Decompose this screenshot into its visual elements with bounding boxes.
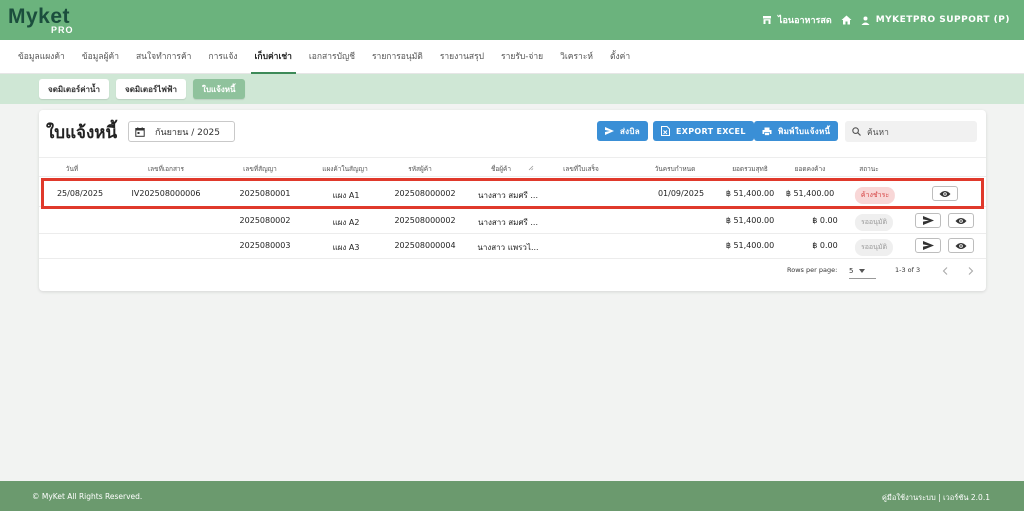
home-icon[interactable] — [841, 15, 852, 25]
print-icon — [762, 127, 772, 136]
page-range: 1-3 of 3 — [895, 266, 921, 274]
export-excel-label: EXPORT EXCEL — [676, 126, 746, 136]
nav-item-income-expense[interactable]: รายรับ-จ่าย — [501, 40, 543, 74]
nav-item-notify[interactable]: การแจ้ง — [208, 40, 237, 74]
nav-item-accounting-docs[interactable]: เอกสารบัญชี — [309, 40, 355, 74]
cell-total: ฿ 51,400.00 — [725, 216, 775, 225]
print-invoice-label: พิมพ์ใบแจ้งหนี้ — [778, 126, 831, 136]
table-row[interactable]: 2025080002 แผง A2 202508000002 นางสาว สม… — [39, 208, 986, 234]
status-badge: รออนุมัติ — [854, 239, 894, 256]
highlight-box — [41, 178, 984, 209]
logo-sub-text: PRO — [51, 25, 74, 35]
cell-balance: ฿ 0.00 — [812, 241, 838, 250]
copyright-text: © MyKet All Rights Reserved. — [32, 492, 143, 501]
table-header: วันที่ เลขที่เอกสาร เลขที่สัญญา แผงค้าใน… — [39, 157, 986, 177]
nav-item-interested[interactable]: สนใจทำการค้า — [136, 40, 191, 74]
table-row[interactable]: 2025080003 แผง A3 202508000004 นางสาว แพ… — [39, 233, 986, 259]
cell-stall: แผง A3 — [332, 243, 360, 252]
search-input[interactable]: ค้นหา — [845, 121, 977, 142]
nav-item-approvals[interactable]: รายการอนุมัติ — [372, 40, 423, 74]
month-value: กันยายน / 2025 — [155, 127, 221, 138]
cell-balance: ฿ 0.00 — [812, 216, 838, 225]
tab-invoices[interactable]: ใบแจ้งหนี้ — [193, 79, 245, 99]
send-row-button[interactable] — [915, 238, 941, 253]
view-button[interactable] — [948, 213, 974, 228]
cell-vendor-name: นางสาว แพรวไ... — [477, 243, 539, 252]
user-name: MYKETPRO SUPPORT (P) — [875, 15, 1010, 25]
excel-icon — [661, 126, 670, 136]
nav-item-stalls[interactable]: ข้อมูลแผงค้า — [18, 40, 65, 74]
tab-water-meter[interactable]: จดมิเตอร์ค่าน้ำ — [39, 79, 109, 99]
col-total[interactable]: ยอดรวมสุทธิ — [732, 164, 768, 174]
nav-item-reports[interactable]: รายงานสรุป — [440, 40, 484, 74]
col-doc-no[interactable]: เลขที่เอกสาร — [148, 164, 184, 174]
calendar-icon — [135, 126, 145, 137]
col-balance[interactable]: ยอดคงค้าง — [795, 164, 826, 174]
tab-electric-meter[interactable]: จดมิเตอร์ไฟฟ้า — [116, 79, 187, 99]
page-title: ใบแจ้งหนี้ — [46, 123, 118, 143]
col-due-date[interactable]: วันครบกำหนด — [655, 164, 696, 174]
nav-item-rent-collection[interactable]: เก็บค่าเช่า — [250, 40, 297, 74]
nav-item-analytics[interactable]: วิเคราะห์ — [560, 40, 593, 74]
send-icon — [605, 127, 614, 135]
search-placeholder: ค้นหา — [867, 127, 889, 138]
month-picker[interactable]: กันยายน / 2025 — [128, 121, 235, 142]
send-icon — [922, 216, 934, 225]
col-date[interactable]: วันที่ — [66, 164, 78, 174]
cell-total: ฿ 51,400.00 — [725, 241, 775, 250]
store-icon — [762, 16, 771, 24]
cell-vendor-code: 202508000002 — [394, 216, 456, 225]
manual-version-link[interactable]: คู่มือใช้งานระบบ | เวอร์ชัน 2.0.1 — [882, 492, 990, 504]
send-bill-label: ส่งบิล — [620, 126, 640, 136]
prev-page-icon[interactable] — [942, 267, 948, 275]
export-excel-button[interactable]: EXPORT EXCEL — [653, 121, 754, 141]
store-name: ไอนอาหารสด — [777, 16, 832, 26]
col-stall[interactable]: แผงค้าในสัญญา — [322, 164, 367, 174]
invoice-card: ใบแจ้งหนี้ กันยายน / 2025 ส่งบิล EXPORT … — [39, 110, 986, 291]
next-page-icon[interactable] — [968, 267, 974, 275]
cell-contract: 2025080003 — [239, 241, 291, 250]
user-menu[interactable]: MYKETPRO SUPPORT (P) — [861, 15, 1010, 25]
resize-icon[interactable] — [528, 165, 534, 171]
status-badge: รออนุมัติ — [854, 214, 894, 231]
nav-item-vendors[interactable]: ข้อมูลผู้ค้า — [82, 40, 119, 74]
top-bar: Myket PRO ไอนอาหารสด MYKETPRO SUPPORT (P… — [0, 0, 1024, 40]
chevron-down-icon — [859, 268, 866, 273]
nav-item-settings[interactable]: ตั้งค่า — [610, 40, 630, 74]
col-receipt[interactable]: เลขที่ใบเสร็จ — [563, 164, 599, 174]
col-contract[interactable]: เลขที่สัญญา — [243, 164, 277, 174]
print-invoice-button[interactable]: พิมพ์ใบแจ้งหนี้ — [754, 121, 839, 141]
app-logo[interactable]: Myket PRO — [8, 6, 73, 36]
eye-icon — [955, 242, 967, 249]
eye-icon — [955, 217, 967, 224]
rows-per-page-value: 5 — [849, 266, 854, 275]
cell-contract: 2025080002 — [239, 216, 291, 225]
cell-vendor-code: 202508000004 — [394, 241, 456, 250]
rows-per-page-select[interactable]: 5 — [849, 263, 876, 279]
main-nav: ข้อมูลแผงค้า ข้อมูลผู้ค้า สนใจทำการค้า ก… — [0, 40, 1024, 74]
user-icon — [861, 16, 870, 25]
rows-per-page-label: Rows per page: — [787, 266, 838, 274]
search-icon — [852, 127, 861, 136]
view-button[interactable] — [948, 238, 974, 253]
col-vendor-name[interactable]: ชื่อผู้ค้า — [491, 164, 511, 174]
cell-stall: แผง A2 — [332, 218, 360, 227]
sub-nav: จดมิเตอร์ค่าน้ำ จดมิเตอร์ไฟฟ้า ใบแจ้งหนี… — [0, 74, 1024, 104]
send-row-button[interactable] — [915, 213, 941, 228]
store-selector[interactable]: ไอนอาหารสด — [762, 13, 832, 27]
cell-vendor-name: นางสาว สมศรี ... — [478, 218, 538, 227]
footer: © MyKet All Rights Reserved. คู่มือใช้งา… — [0, 481, 1024, 511]
send-bill-button[interactable]: ส่งบิล — [597, 121, 648, 141]
col-vendor-code[interactable]: รหัสผู้ค้า — [408, 164, 432, 174]
send-icon — [922, 241, 934, 250]
col-status[interactable]: สถานะ — [859, 164, 879, 174]
